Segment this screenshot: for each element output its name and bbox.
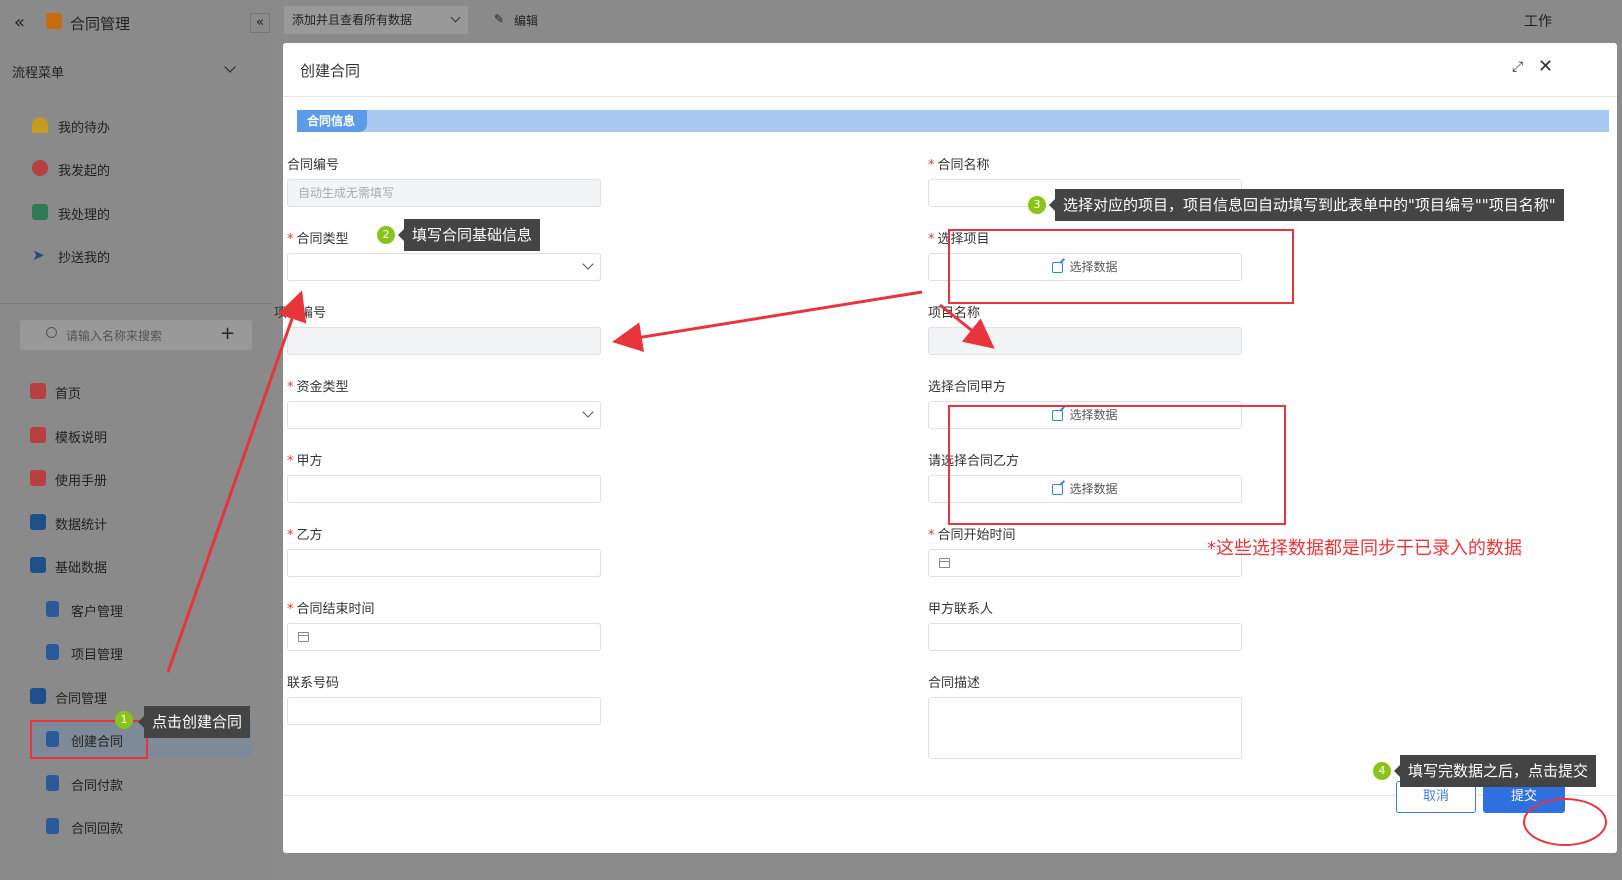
arrow-to-form — [166, 290, 307, 673]
arrow-to-project-name — [939, 303, 995, 349]
annotation-arrows — [166, 290, 995, 673]
arrow-to-project-no — [612, 290, 923, 352]
